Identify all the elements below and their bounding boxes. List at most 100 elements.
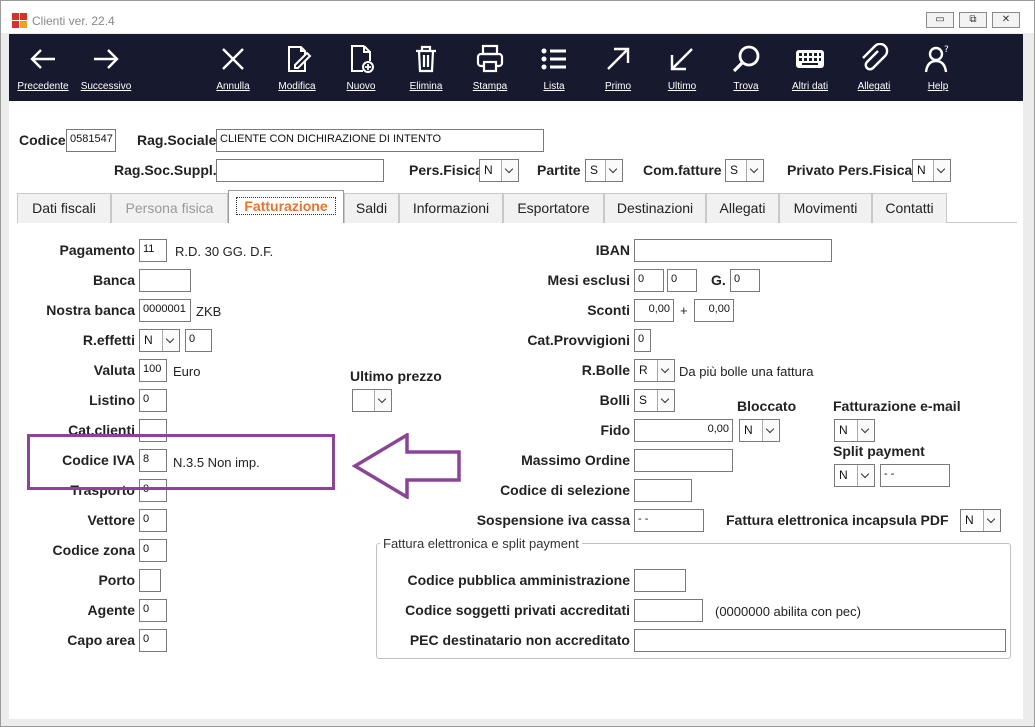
close-window-button[interactable]: ✕ (992, 12, 1020, 28)
sconti-field-2[interactable]: 0,00 (694, 299, 734, 322)
tab-movimenti[interactable]: Movimenti (779, 193, 872, 223)
arrow-right-icon (94, 49, 119, 69)
app-logo-icon (12, 13, 28, 29)
persfisica-value: N (484, 163, 493, 177)
codicezona-field[interactable]: 0 (139, 539, 167, 562)
tab-allegati[interactable]: Allegati (706, 193, 779, 223)
ultimoprezzo-label: Ultimo prezzo (350, 368, 442, 384)
find-label: Trova (733, 81, 759, 92)
partite-select[interactable]: S (585, 159, 623, 182)
iban-field[interactable] (634, 239, 832, 262)
annotation-highlight-box (27, 434, 335, 490)
list-icon (541, 48, 566, 70)
capoarea-field[interactable]: 0 (139, 629, 167, 652)
find-button[interactable]: Trova (716, 34, 776, 101)
porto-field[interactable] (139, 569, 161, 592)
banca-field[interactable] (139, 269, 191, 292)
privato-select[interactable]: N (912, 159, 951, 182)
help-button[interactable]: ? Help (908, 34, 968, 101)
g-field[interactable]: 0 (730, 269, 760, 292)
tab-destinazioni[interactable]: Destinazioni (604, 193, 706, 223)
first-button[interactable]: Primo (588, 34, 648, 101)
codiceprivati-field[interactable] (634, 599, 703, 622)
valuta-description: Euro (173, 364, 201, 379)
splitpayment-select[interactable]: N (834, 464, 875, 487)
mesiesclusi-label: Mesi esclusi (547, 272, 631, 288)
tab-contatti[interactable]: Contatti (872, 193, 947, 223)
fatturapdf-select[interactable]: N (960, 509, 1001, 532)
tab-saldi[interactable]: Saldi (344, 193, 399, 223)
tab-informazioni[interactable]: Informazioni (399, 193, 503, 223)
cancel-button[interactable]: Annulla (203, 34, 263, 101)
sospensione-label: Sospensione iva cassa (476, 512, 630, 528)
chevron-down-icon (983, 510, 1000, 531)
help-label: Help (927, 81, 949, 92)
printer-icon (476, 44, 504, 73)
mesiesclusi-field-1[interactable]: 0 (634, 269, 664, 292)
agente-field[interactable]: 0 (139, 599, 167, 622)
fattemail-select[interactable]: N (834, 419, 875, 442)
codice-label: Codice (19, 132, 66, 148)
pagamento-field[interactable]: 11 (139, 239, 167, 262)
tab-esportatore[interactable]: Esportatore (503, 193, 604, 223)
other-data-button[interactable]: Altri dati (780, 34, 840, 101)
bloccato-select[interactable]: N (739, 419, 780, 442)
svg-text:?: ? (944, 45, 949, 55)
attachments-button[interactable]: Allegati (844, 34, 904, 101)
list-button[interactable]: Lista (524, 34, 584, 101)
comfatture-select[interactable]: S (725, 159, 764, 182)
main-content: Codice 0581547 Rag.Sociale CLIENTE CON D… (9, 101, 1023, 719)
sospensione-field[interactable]: - - (634, 509, 704, 532)
last-button[interactable]: Ultimo (652, 34, 712, 101)
restore-button[interactable]: ⧉ (959, 12, 987, 28)
tab-fatturazione-label: Fatturazione (236, 197, 336, 215)
persfisica-select[interactable]: N (479, 159, 519, 182)
fatturapdf-label: Fattura elettronica incapsula PDF (726, 512, 949, 528)
valuta-label: Valuta (93, 362, 135, 378)
nostrabanca-field[interactable]: 0000001 (139, 299, 191, 322)
bloccato-label: Bloccato (737, 398, 797, 414)
ragsociale-field[interactable]: CLIENTE CON DICHIRAZIONE DI INTENTO (216, 129, 544, 152)
valuta-field[interactable]: 100 (139, 359, 167, 382)
next-button[interactable]: Successivo (76, 34, 136, 101)
delete-button[interactable]: Elimina (396, 34, 456, 101)
vettore-label: Vettore (87, 512, 135, 528)
ultimoprezzo-select[interactable] (352, 389, 392, 412)
porto-label: Porto (98, 572, 135, 588)
fido-field[interactable]: 0,00 (634, 419, 733, 442)
codice-field[interactable]: 0581547 (66, 129, 116, 152)
pec-field[interactable] (634, 629, 1006, 652)
codicepa-field[interactable] (634, 569, 686, 592)
sconti-field-1[interactable]: 0,00 (634, 299, 674, 322)
chevron-down-icon (857, 465, 874, 486)
splitpayment-value: N (839, 468, 848, 482)
persfisica-label: Pers.Fisica (409, 162, 483, 178)
previous-button[interactable]: Precedente (11, 34, 75, 101)
tab-persona-fisica[interactable]: Persona fisica (111, 193, 228, 223)
ragsocsuppl-field[interactable] (216, 159, 384, 182)
splitpayment-date-field[interactable]: - - (880, 464, 950, 487)
reffetti-select[interactable]: N (139, 329, 180, 352)
listino-field[interactable]: 0 (139, 389, 167, 412)
rbolle-select[interactable]: R (634, 359, 675, 382)
vettore-field[interactable]: 0 (139, 509, 167, 532)
tab-dati-fiscali[interactable]: Dati fiscali (17, 193, 111, 223)
print-button[interactable]: Stampa (460, 34, 520, 101)
tab-fatturazione[interactable]: Fatturazione (228, 190, 344, 223)
bolli-select[interactable]: S (634, 389, 675, 412)
partite-label: Partite (537, 162, 581, 178)
edit-button[interactable]: Modifica (267, 34, 327, 101)
minimize-button[interactable]: ▭ (926, 12, 954, 28)
mesiesclusi-field-2[interactable]: 0 (667, 269, 697, 292)
reffetti-number-field[interactable]: 0 (185, 329, 212, 352)
massimoordine-field[interactable] (634, 449, 733, 472)
capoarea-label: Capo area (67, 632, 135, 648)
pec-label: PEC destinatario non accreditato (409, 632, 630, 648)
ragsociale-label: Rag.Sociale (137, 132, 217, 148)
catprovvigioni-field[interactable]: 0 (634, 329, 651, 352)
sconti-plus: + (680, 303, 688, 318)
einvoice-group-title: Fattura elettronica e split payment (380, 536, 582, 551)
codiceselezione-field[interactable] (634, 479, 692, 502)
codicezona-label: Codice zona (52, 542, 135, 558)
new-button[interactable]: Nuovo (331, 34, 391, 101)
